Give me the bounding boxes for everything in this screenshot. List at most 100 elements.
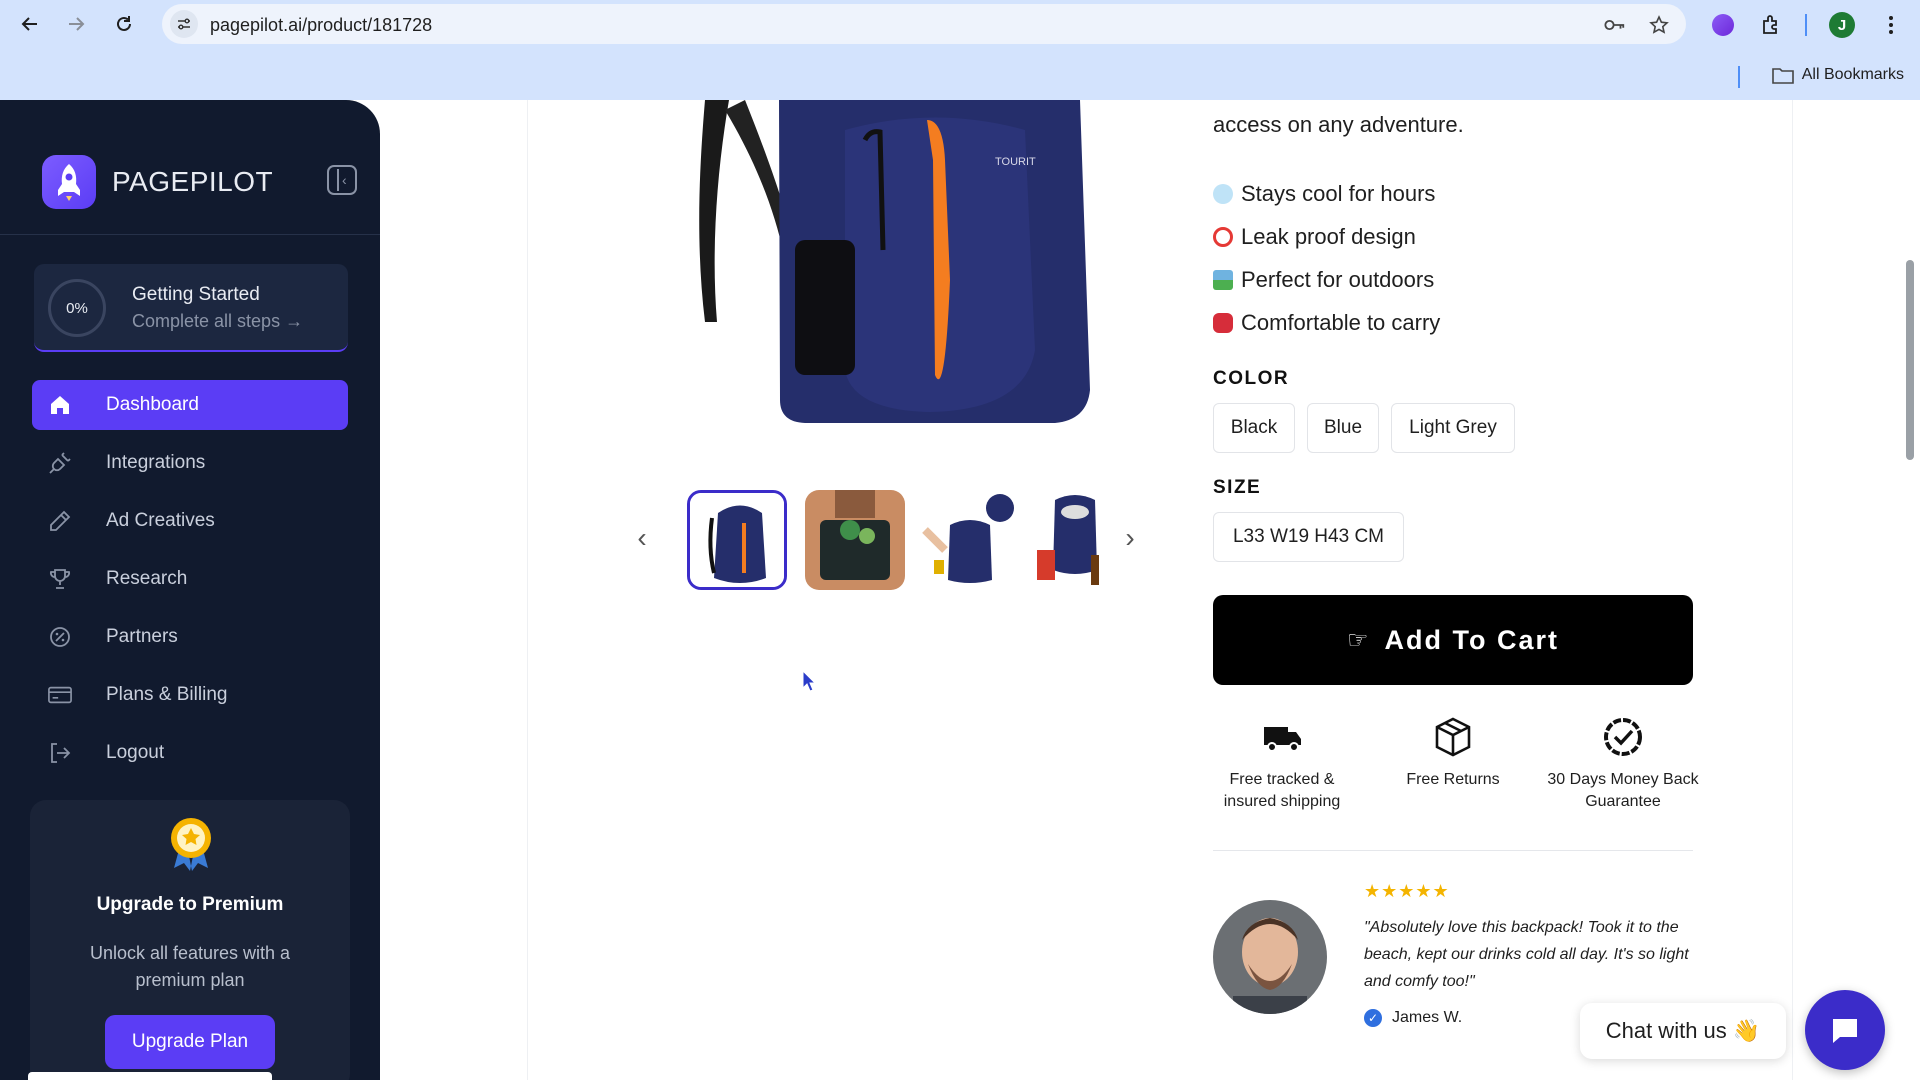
toolbar-divider [1805, 14, 1807, 36]
thumbnail-carousel: ‹ › [620, 485, 1140, 595]
feature-item: Stays cool for hours [1213, 172, 1440, 215]
page-scrollbar[interactable] [1906, 260, 1914, 460]
perk-text: Free tracked & insured shipping [1223, 771, 1341, 810]
collapse-sidebar-icon[interactable]: ‹ [327, 165, 357, 195]
logout-icon [48, 741, 72, 765]
url-text[interactable]: pagepilot.ai/product/181728 [210, 15, 432, 36]
reviewer-name-label: James W. [1392, 1009, 1463, 1026]
sidebar-divider [0, 234, 380, 235]
chevron-right-icon[interactable]: › [1118, 523, 1142, 553]
sidebar-item-label: Partners [106, 626, 178, 647]
sidebar-item-dashboard[interactable]: Dashboard [32, 380, 348, 430]
feature-list: Stays cool for hours Leak proof design P… [1213, 172, 1440, 344]
svg-text:TOURIT: TOURIT [995, 156, 1036, 168]
brand-name: PAGEPILOT [112, 166, 274, 197]
pointing-hand-icon: ☞ [1347, 626, 1371, 654]
sidebar-item-logout[interactable]: Logout [32, 728, 348, 778]
forward-icon[interactable] [64, 12, 88, 36]
size-option[interactable]: L33 W19 H43 CM [1213, 512, 1404, 562]
home-icon [48, 393, 72, 417]
chat-launcher-button[interactable] [1805, 990, 1885, 1070]
premium-card: Upgrade to Premium Unlock all features w… [30, 800, 350, 1080]
color-option-blue[interactable]: Blue [1307, 403, 1379, 453]
feature-text: Comfortable to carry [1241, 309, 1441, 335]
perk-text: 30 Days Money Back Guarantee [1547, 771, 1699, 810]
getting-started-subtitle: Complete all steps → [132, 311, 304, 331]
sidebar-item-plans-billing[interactable]: Plans & Billing [32, 670, 348, 720]
reviewer-avatar [1213, 900, 1327, 1014]
feature-text: Stays cool for hours [1241, 180, 1436, 206]
sidebar-item-ad-creatives[interactable]: Ad Creatives [32, 496, 348, 546]
badge-percent-icon [48, 625, 72, 649]
sidebar-item-partners[interactable]: Partners [32, 612, 348, 662]
site-settings-icon[interactable] [170, 10, 198, 38]
extensions-puzzle-icon[interactable] [1758, 12, 1784, 38]
sidebar-menu: Dashboard Integrations Ad Creatives Rese… [32, 380, 348, 786]
all-bookmarks-label: All Bookmarks [1801, 66, 1904, 83]
credit-card-icon [48, 683, 72, 707]
reload-icon[interactable] [112, 12, 136, 36]
progress-label: 0% [66, 299, 88, 317]
color-label: COLOR [1213, 368, 1290, 389]
profile-avatar[interactable]: J [1829, 12, 1855, 38]
color-option-black[interactable]: Black [1213, 403, 1295, 453]
divider [1213, 850, 1693, 851]
sidebar-bottom-strip [28, 1072, 272, 1080]
getting-started-card[interactable]: 0% Getting Started Complete all steps → [34, 264, 348, 352]
perk-shipping: Free tracked & insured shipping [1202, 715, 1362, 813]
sidebar-item-label: Research [106, 568, 188, 589]
feature-item: Comfortable to carry [1213, 301, 1440, 344]
rocket-icon [42, 155, 96, 209]
back-icon[interactable] [18, 12, 42, 36]
award-icon [168, 816, 214, 872]
feature-text: Perfect for outdoors [1241, 266, 1435, 292]
thumbnail-1[interactable] [687, 490, 787, 590]
sidebar: PAGEPILOT ‹ 0% Getting Started Complete … [0, 100, 380, 1080]
browser-chrome: pagepilot.ai/product/181728 J All Bookma… [0, 0, 1920, 100]
check-badge-icon [1601, 715, 1645, 759]
browser-menu-icon[interactable] [1878, 12, 1904, 38]
perk-returns: Free Returns [1373, 715, 1533, 791]
perk-text: Free Returns [1406, 771, 1500, 788]
perk-guarantee: 30 Days Money Back Guarantee [1543, 715, 1703, 813]
sidebar-item-research[interactable]: Research [32, 554, 348, 604]
bookmark-divider [1738, 66, 1740, 88]
extension-purple-icon[interactable] [1710, 12, 1736, 38]
thumbnail-4[interactable] [1035, 490, 1105, 590]
bookmark-star-icon[interactable] [1648, 14, 1670, 36]
truck-icon [1260, 715, 1304, 759]
color-option-light-grey[interactable]: Light Grey [1391, 403, 1515, 453]
product-description: access on any adventure. [1213, 112, 1464, 137]
upgrade-plan-button[interactable]: Upgrade Plan [105, 1015, 275, 1069]
landscape-icon [1213, 269, 1233, 290]
thumbnail-2[interactable] [805, 490, 905, 590]
premium-title: Upgrade to Premium [96, 894, 284, 915]
getting-started-title: Getting Started [132, 284, 260, 305]
sidebar-item-label: Logout [106, 742, 165, 763]
sidebar-item-label: Ad Creatives [106, 510, 215, 531]
add-to-cart-button[interactable]: ☞ Add To Cart [1213, 595, 1693, 685]
sidebar-item-label: Plans & Billing [106, 684, 228, 705]
review-quote: "Absolutely love this backpack! Took it … [1364, 919, 1689, 990]
chat-prompt[interactable]: Chat with us 👋 [1580, 1003, 1786, 1059]
verified-icon: ✓ [1364, 1009, 1382, 1027]
box-icon [1431, 715, 1475, 759]
add-to-cart-label: Add To Cart [1384, 624, 1559, 655]
thumbnail-3[interactable] [920, 490, 1020, 590]
pencil-icon [48, 509, 72, 533]
brand[interactable]: PAGEPILOT [42, 155, 273, 209]
feature-item: Perfect for outdoors [1213, 258, 1440, 301]
product-main-image[interactable]: TOURIT [695, 100, 1105, 435]
chevron-left-icon[interactable]: ‹ [630, 523, 654, 553]
sidebar-item-integrations[interactable]: Integrations [32, 438, 348, 488]
progress-ring: 0% [48, 279, 106, 337]
size-label: SIZE [1213, 477, 1262, 498]
snowflake-icon [1213, 183, 1233, 204]
feature-text: Leak proof design [1241, 223, 1416, 249]
plug-icon [48, 451, 72, 475]
all-bookmarks[interactable]: All Bookmarks [1771, 66, 1904, 84]
address-bar[interactable]: pagepilot.ai/product/181728 [162, 4, 1686, 44]
folder-icon [1771, 68, 1794, 84]
password-key-icon[interactable] [1604, 14, 1626, 36]
sidebar-item-label: Dashboard [106, 394, 199, 415]
